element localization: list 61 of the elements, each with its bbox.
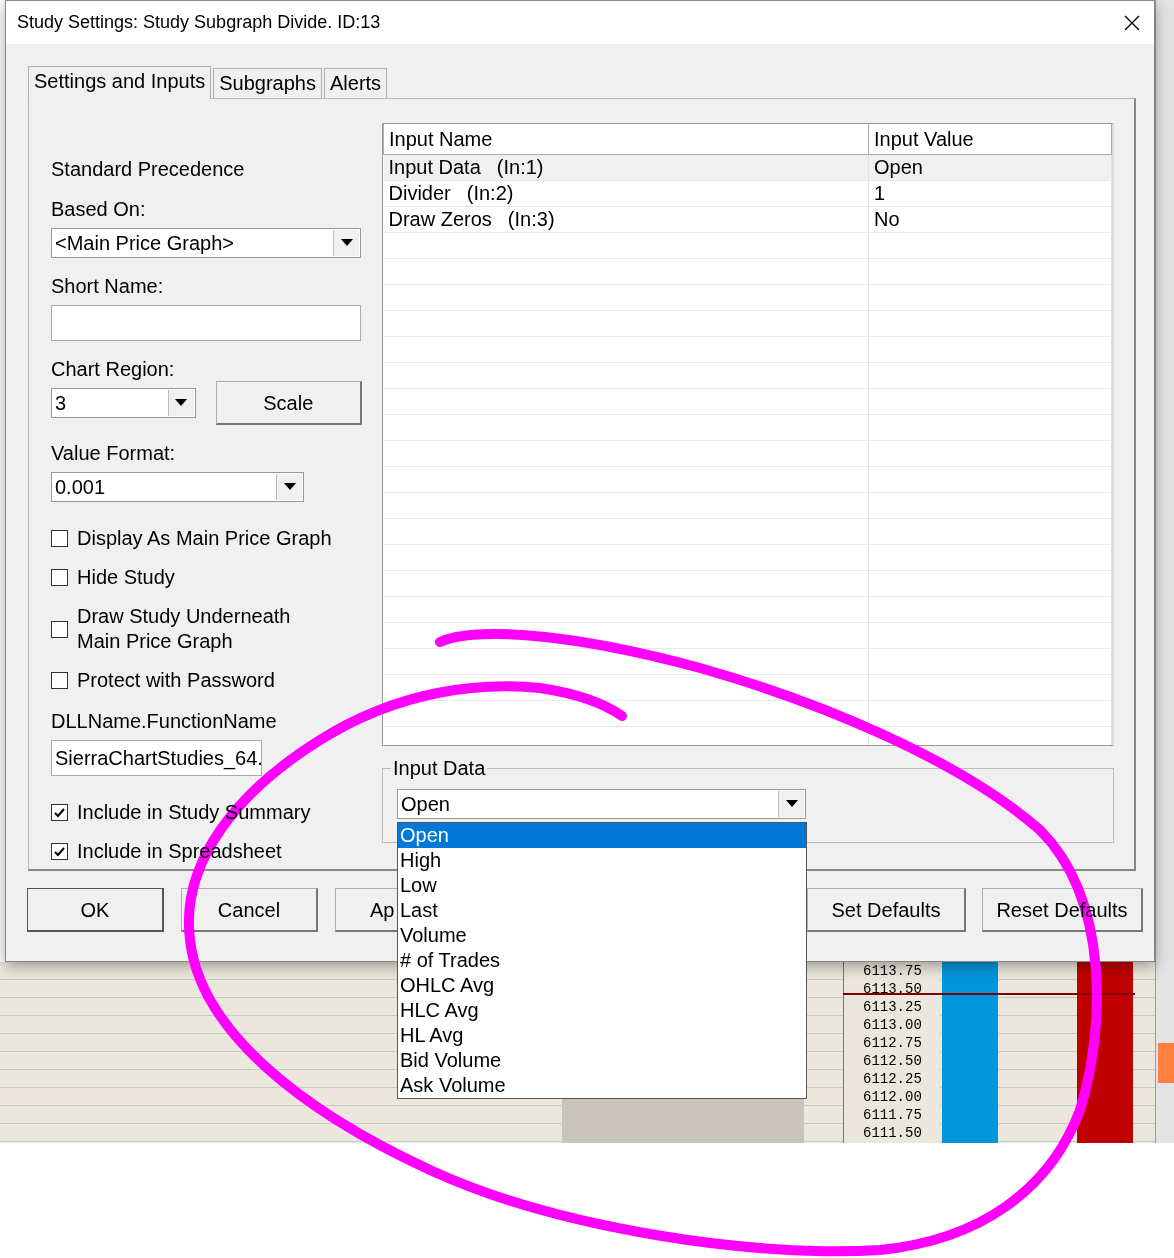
checkbox-label: Protect with Password [77, 668, 275, 693]
checkbox[interactable] [51, 620, 68, 638]
checkbox-label: Hide Study [77, 565, 175, 590]
field-label: Based On: [51, 197, 147, 221]
price-label: 6112.50 [863, 1052, 923, 1070]
price-label: 6111.75 [863, 1106, 923, 1124]
dropdown-option[interactable]: Ask Volume [398, 1073, 806, 1098]
window-title: Study Settings: Study Subgraph Divide. ID:13 [17, 11, 381, 34]
dialog-button[interactable]: Set Defaults [807, 888, 966, 932]
dropdown-option[interactable]: Bid Volume [398, 1048, 806, 1073]
dropdown-option[interactable]: High [398, 848, 806, 873]
checkbox-label: Display As Main Price Graph [77, 526, 332, 551]
table-cell[interactable]: Open [868, 154, 1112, 180]
dropdown-arrow-icon [283, 483, 296, 491]
price-label: 6113.25 [863, 998, 923, 1016]
dropdown-option[interactable]: # of Trades [398, 948, 806, 973]
checkbox[interactable] [51, 804, 68, 821]
dropdown[interactable]: <Main Price Graph> [51, 228, 361, 258]
price-label: 6113.50 [863, 980, 923, 998]
dialog-button[interactable]: Cancel [181, 888, 318, 932]
dropdown-option[interactable]: Open [398, 823, 806, 848]
tab[interactable]: Subgraphs [213, 68, 322, 98]
checkbox[interactable] [51, 672, 68, 689]
dropdown[interactable]: Open [397, 789, 806, 819]
dialog-button[interactable]: OK [27, 888, 164, 932]
table-cell[interactable]: 1 [868, 180, 1112, 206]
table-cell[interactable]: Draw Zeros (In:3) [383, 206, 869, 232]
price-label: 6113.75 [863, 962, 923, 980]
dropdown-arrow-icon [340, 239, 353, 247]
checkbox[interactable] [51, 530, 68, 547]
scale-button[interactable]: Scale [215, 381, 362, 425]
checkbox[interactable] [51, 569, 68, 586]
price-label: 6111.50 [863, 1124, 923, 1142]
section-heading: Standard Precedence [51, 157, 246, 181]
price-label: 6112.00 [863, 1088, 923, 1106]
table-cell[interactable]: Divider (In:2) [383, 180, 869, 206]
close-icon[interactable] [1124, 14, 1140, 31]
price-label: 6112.75 [863, 1034, 923, 1052]
input-field[interactable]: SierraChartStudies_64. [51, 740, 262, 776]
dropdown-option[interactable]: HL Avg [398, 1023, 806, 1048]
dropdown[interactable]: 0.001 [51, 472, 304, 502]
field-label: DLLName.FunctionName [51, 709, 278, 733]
dropdown-arrow-icon [785, 800, 798, 808]
column-header[interactable]: Input Name [383, 124, 869, 154]
checkbox-label: Draw Study Underneath Main Price Graph [77, 604, 291, 654]
column-header[interactable]: Input Value [868, 124, 1112, 154]
dropdown-arrow-icon [175, 399, 187, 407]
field-label: Chart Region: [51, 357, 176, 381]
checkbox[interactable] [51, 843, 68, 860]
field-label: Value Format: [51, 441, 177, 465]
tab[interactable]: Alerts [324, 68, 388, 98]
dropdown-option[interactable]: OHLC Avg [398, 973, 806, 998]
input-field[interactable] [51, 305, 361, 341]
field-label: Short Name: [51, 274, 165, 298]
price-label: 6112.25 [863, 1070, 923, 1088]
price-label: 6113.00 [863, 1016, 923, 1034]
table-cell[interactable]: Input Data (In:1) [383, 154, 869, 180]
table-cell[interactable]: No [868, 206, 1112, 232]
dropdown-option[interactable]: HLC Avg [398, 998, 806, 1023]
dropdown[interactable]: 3 [51, 388, 196, 418]
tab[interactable]: Settings and Inputs [28, 66, 212, 99]
